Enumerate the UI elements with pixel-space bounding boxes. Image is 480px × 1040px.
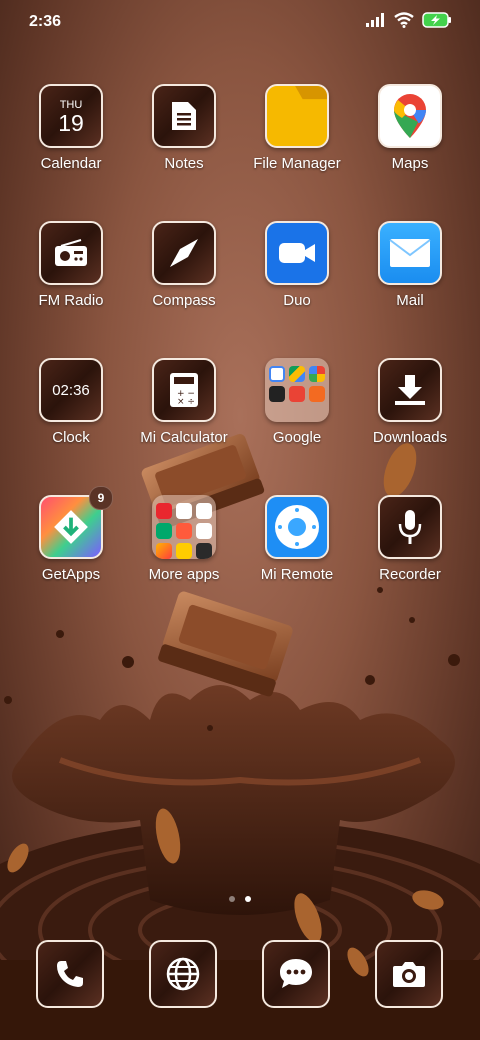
notes-icon xyxy=(172,102,196,130)
cleaner-mini-icon xyxy=(176,523,192,539)
app-label: Mail xyxy=(396,292,424,309)
download-icon xyxy=(395,375,425,405)
android-mini-icon xyxy=(156,523,172,539)
app-maps[interactable]: Maps xyxy=(354,84,466,172)
app-mail[interactable]: Mail xyxy=(354,221,466,309)
app-recorder[interactable]: Recorder xyxy=(354,495,466,583)
app-downloads[interactable]: Downloads xyxy=(354,358,466,446)
youtube-mini-icon xyxy=(289,386,305,402)
app-getapps[interactable]: 9 GetApps xyxy=(15,486,127,583)
svg-text:× ÷: × ÷ xyxy=(177,397,195,407)
notification-badge: 9 xyxy=(89,486,113,510)
app-label: GetApps xyxy=(41,566,101,583)
messages-icon xyxy=(280,959,312,988)
clock-icon: 02:36 xyxy=(52,381,90,399)
camera-icon xyxy=(393,962,425,987)
mail-icon xyxy=(389,239,431,267)
app-duo[interactable]: Duo xyxy=(241,221,353,309)
calendar-date: 19 xyxy=(58,110,84,136)
status-icons xyxy=(366,12,452,28)
app-label: Calendar xyxy=(40,155,102,172)
app-label: Clock xyxy=(52,429,90,446)
phone-icon xyxy=(57,961,83,987)
glance-mini-icon xyxy=(176,503,192,519)
app-label: Notes xyxy=(164,155,204,172)
remote-icon xyxy=(275,505,319,549)
app-mi-remote[interactable]: Mi Remote xyxy=(241,495,353,583)
app-clock[interactable]: 02:36 Clock xyxy=(15,358,127,446)
maps-pin-icon xyxy=(394,94,426,138)
app-fm-radio[interactable]: FM Radio xyxy=(15,221,127,309)
app-label: Compass xyxy=(152,292,216,309)
dock-browser[interactable] xyxy=(149,940,217,1008)
browser-globe-icon xyxy=(166,957,200,991)
signal-icon xyxy=(366,13,384,27)
app-compass[interactable]: Compass xyxy=(128,221,240,309)
cinema-mini-icon xyxy=(196,543,212,559)
app-label: Recorder xyxy=(379,566,441,583)
drive-mini-icon xyxy=(289,366,305,382)
mi-mini-icon xyxy=(309,386,325,402)
status-bar: 2:36 xyxy=(0,0,480,44)
security-mini-icon xyxy=(196,503,212,519)
microphone-icon xyxy=(398,510,422,544)
game-mini-icon xyxy=(156,543,172,559)
app-label: Google xyxy=(272,429,322,446)
page-dot-active[interactable] xyxy=(245,896,251,902)
calendar-icon: THU 19 xyxy=(58,97,84,135)
app-mi-calculator[interactable]: + − × ÷ Mi Calculator xyxy=(128,358,240,446)
page-dot[interactable] xyxy=(229,896,235,902)
themes-mini-icon xyxy=(176,543,192,559)
app-label: Duo xyxy=(283,292,311,309)
app-label: Mi Remote xyxy=(260,566,334,583)
page-indicator xyxy=(0,896,480,902)
app-google-folder[interactable]: Google xyxy=(241,358,353,446)
app-file-manager[interactable]: File Manager xyxy=(241,84,353,172)
google-folder-icon xyxy=(265,358,329,422)
status-time: 2:36 xyxy=(29,13,62,30)
photos-mini-icon xyxy=(309,366,325,382)
dock-camera[interactable] xyxy=(375,940,443,1008)
dock-phone[interactable] xyxy=(36,940,104,1008)
wps-mini-icon xyxy=(156,503,172,519)
mi-credit-mini-icon xyxy=(196,523,212,539)
folder-icon xyxy=(295,86,327,100)
app-label: FM Radio xyxy=(38,292,104,309)
app-label: Maps xyxy=(391,155,429,172)
more-apps-folder-icon xyxy=(152,495,216,559)
dock-messages[interactable] xyxy=(262,940,330,1008)
video-camera-icon xyxy=(279,243,315,263)
app-calendar[interactable]: THU 19 Calendar xyxy=(15,84,127,172)
app-more-apps-folder[interactable]: More apps xyxy=(128,495,240,583)
app-notes[interactable]: Notes xyxy=(128,84,240,172)
radio-icon xyxy=(55,239,87,266)
calculator-icon: + − × ÷ xyxy=(170,373,198,407)
google-search-mini-icon xyxy=(269,366,285,382)
youtube-music-mini-icon xyxy=(269,386,285,402)
app-label: Mi Calculator xyxy=(140,429,228,446)
app-label: Downloads xyxy=(372,429,448,446)
app-label: File Manager xyxy=(253,155,341,172)
wifi-icon xyxy=(394,12,414,28)
app-label: More apps xyxy=(148,566,220,583)
battery-charging-icon xyxy=(422,12,451,28)
compass-icon xyxy=(170,239,198,267)
